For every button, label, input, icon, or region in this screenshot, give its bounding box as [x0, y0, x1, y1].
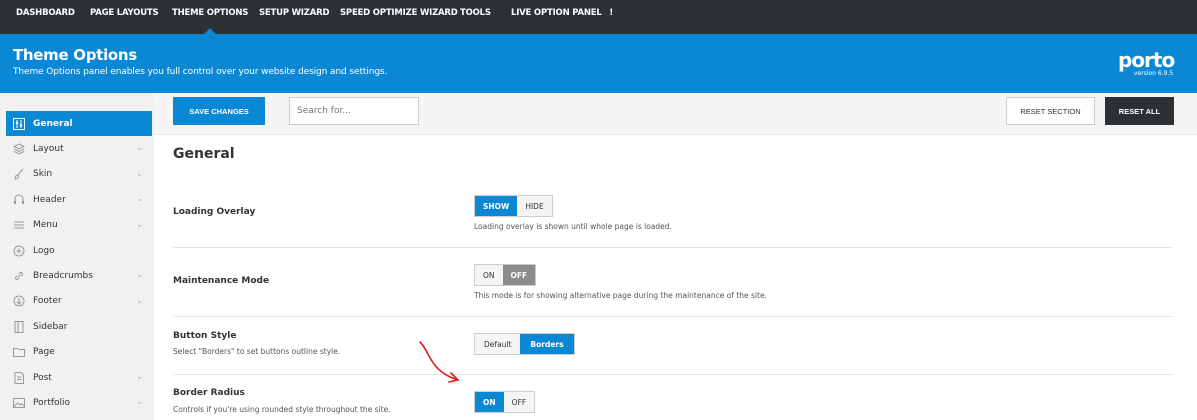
sidebar-item-sidebar[interactable]: Sidebar [6, 314, 152, 340]
border-radius-switch: ON OFF [474, 391, 536, 413]
sidebar-item-portfolio[interactable]: Portfolio ⌄ [6, 390, 152, 416]
border-radius-desc: Controls if you're using rounded style t… [173, 405, 391, 414]
menu-icon [12, 218, 26, 232]
search-input[interactable] [289, 97, 419, 125]
image-icon [12, 396, 26, 410]
version-text: version 6.9.5 [1134, 70, 1174, 77]
maintenance-mode-help: This mode is for showing alternative pag… [474, 291, 767, 300]
loading-overlay-switch: SHOW HIDE [474, 195, 553, 217]
sidebar-item-label: Logo [33, 245, 55, 256]
sidebar-icon [12, 320, 26, 334]
sidebar-item-layout[interactable]: Layout ⌄ [6, 136, 152, 162]
chevron-down-icon: ⌄ [136, 194, 143, 204]
nav-dashboard[interactable]: DASHBOARD [16, 0, 75, 34]
sidebar-item-label: Menu [33, 220, 58, 231]
maintenance-mode-label: Maintenance Mode [173, 276, 270, 286]
section-title: General [173, 146, 235, 162]
sidebar-item-skin[interactable]: Skin ⌄ [6, 161, 152, 188]
arrow-down-circle-icon [12, 294, 26, 308]
loading-overlay-hide-option[interactable]: HIDE [517, 196, 552, 216]
plus-circle-icon [12, 244, 26, 258]
sidebar-item-header[interactable]: Header ⌄ [6, 187, 152, 213]
nav-page-layouts[interactable]: PAGE LAYOUTS [90, 0, 159, 34]
top-navigation: DASHBOARD PAGE LAYOUTS THEME OPTIONS SET… [0, 0, 1197, 34]
header-icon [12, 193, 26, 207]
loading-overlay-help: Loading overlay is shown until whole pag… [474, 222, 672, 231]
loading-overlay-label: Loading Overlay [173, 207, 256, 217]
sidebar-item-logo[interactable]: Logo [6, 237, 152, 264]
button-style-label: Button Style [173, 331, 237, 341]
document-icon [12, 371, 26, 385]
sidebar-item-general[interactable]: General [6, 111, 152, 137]
porto-logo: porto [1118, 48, 1175, 72]
chevron-down-icon: ⌄ [136, 219, 143, 229]
nav-theme-options[interactable]: THEME OPTIONS [172, 0, 248, 34]
sidebar-item-label: Page [33, 347, 55, 358]
divider [173, 316, 1173, 317]
chevron-down-icon: ⌄ [136, 371, 143, 381]
sidebar-item-menu[interactable]: Menu ⌄ [6, 212, 152, 238]
annotation-arrow-icon [419, 341, 459, 383]
sidebar-item-breadcrumbs[interactable]: Breadcrumbs ⌄ [6, 263, 152, 289]
sidebar-item-footer[interactable]: Footer ⌄ [6, 288, 152, 315]
nav-live-option-panel-label: LIVE OPTION PANEL [511, 8, 602, 18]
nav-tools[interactable]: TOOLS [460, 0, 491, 34]
nav-speed-optimize-wizard[interactable]: SPEED OPTIMIZE WIZARD [340, 0, 458, 34]
options-panel: SAVE CHANGES RESET SECTION RESET ALL Gen… [154, 93, 1197, 420]
sidebar-item-label: Header [33, 194, 66, 205]
button-style-desc: Select "Borders" to set buttons outline … [173, 347, 341, 356]
sidebar-item-label: Layout [33, 144, 64, 155]
maintenance-mode-off-option[interactable]: OFF [502, 265, 536, 285]
sidebar-item-label: Post [33, 372, 52, 383]
button-style-default-option[interactable]: Default [475, 334, 521, 354]
sliders-icon [12, 117, 26, 131]
options-sidebar: General Layout ⌄ Skin ⌄ Header ⌄ Menu ⌄ … [6, 111, 152, 416]
sidebar-item-post[interactable]: Post ⌄ [6, 364, 152, 391]
maintenance-mode-switch: ON OFF [474, 264, 537, 286]
alert-badge: ! [609, 8, 614, 18]
link-icon [12, 269, 26, 283]
sidebar-item-label: Footer [33, 296, 62, 307]
loading-overlay-show-option[interactable]: SHOW [475, 196, 518, 216]
sidebar-item-label: General [33, 118, 73, 129]
save-changes-button[interactable]: SAVE CHANGES [173, 97, 265, 125]
button-style-switch: Default Borders [474, 333, 575, 355]
chevron-down-icon: ⌄ [136, 397, 143, 407]
sidebar-item-label: Skin [33, 169, 53, 180]
page-title: Theme Options [13, 46, 137, 64]
nav-live-option-panel[interactable]: LIVE OPTION PANEL ! [511, 0, 613, 34]
border-radius-off-option[interactable]: OFF [503, 392, 535, 412]
border-radius-on-option[interactable]: ON [475, 392, 504, 412]
brush-icon [12, 167, 26, 181]
folder-icon [12, 345, 26, 359]
nav-setup-wizard[interactable]: SETUP WIZARD [259, 0, 330, 34]
sidebar-item-label: Sidebar [33, 321, 68, 332]
divider [173, 374, 1173, 375]
sidebar-item-label: Breadcrumbs [33, 271, 93, 282]
chevron-down-icon: ⌄ [136, 143, 143, 153]
reset-all-button[interactable]: RESET ALL [1105, 97, 1174, 125]
sidebar-item-page[interactable]: Page [6, 339, 152, 365]
maintenance-mode-on-option[interactable]: ON [475, 265, 503, 285]
chevron-down-icon: ⌄ [136, 270, 143, 280]
options-toolbar: SAVE CHANGES RESET SECTION RESET ALL [154, 93, 1197, 135]
reset-section-button[interactable]: RESET SECTION [1006, 97, 1095, 125]
sidebar-item-label: Portfolio [33, 397, 71, 408]
page-subtitle: Theme Options panel enables you full con… [13, 67, 388, 77]
chevron-down-icon: ⌄ [136, 295, 143, 305]
chevron-down-icon: ⌄ [136, 168, 143, 178]
border-radius-label: Border Radius [173, 388, 245, 398]
divider [173, 247, 1173, 248]
page-header: Theme Options Theme Options panel enable… [0, 34, 1197, 93]
layers-icon [12, 142, 26, 156]
button-style-borders-option[interactable]: Borders [520, 334, 574, 354]
